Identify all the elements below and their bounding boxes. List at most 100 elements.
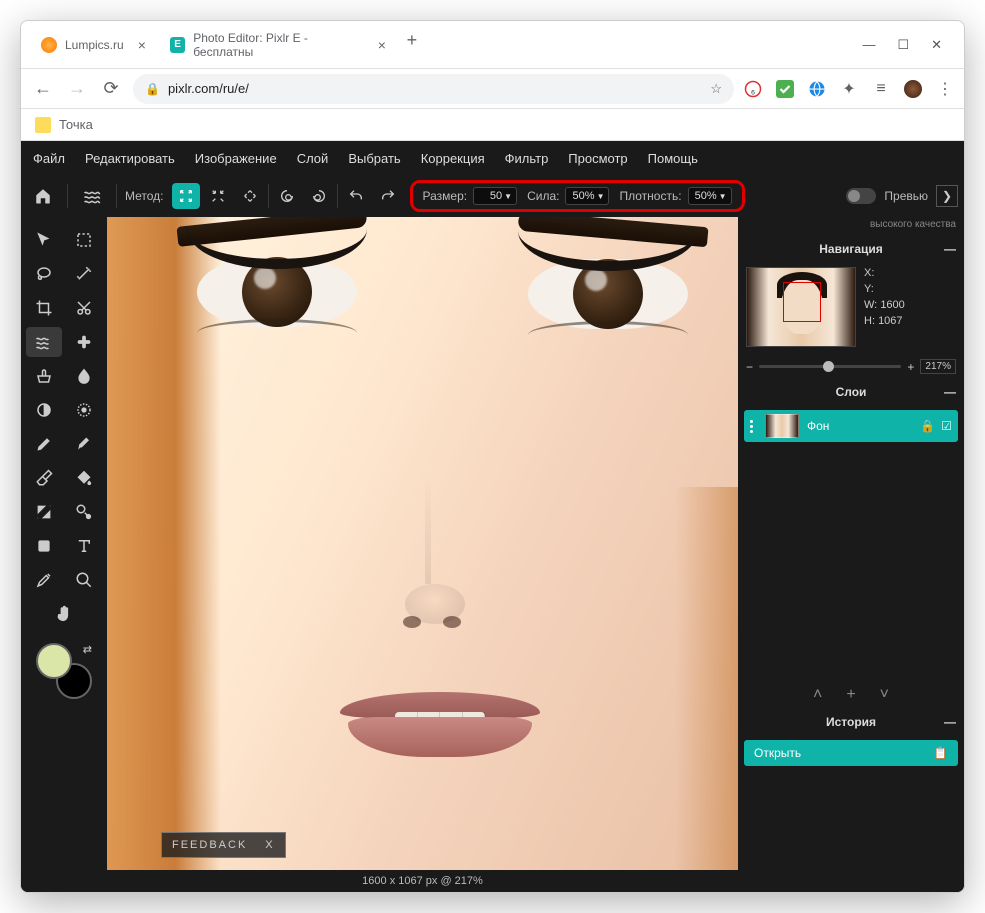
menu-layer[interactable]: Слой: [297, 151, 329, 166]
tool-zoom[interactable]: [66, 565, 102, 595]
liquify-tool-icon[interactable]: [76, 182, 108, 210]
history-item[interactable]: Открыть 📋: [744, 740, 958, 766]
menu-select[interactable]: Выбрать: [348, 151, 400, 166]
menu-edit[interactable]: Редактировать: [85, 151, 175, 166]
layer-item[interactable]: Фон 🔒 ☑: [744, 410, 958, 442]
tool-eraser[interactable]: [26, 463, 62, 493]
menu-help[interactable]: Помощь: [648, 151, 698, 166]
menu-view[interactable]: Просмотр: [568, 151, 627, 166]
favicon-pixlr: E: [170, 37, 185, 53]
history-panel: Открыть 📋: [738, 734, 964, 772]
forward-button[interactable]: →: [65, 77, 89, 101]
tool-move[interactable]: [26, 225, 62, 255]
new-tab-button[interactable]: +: [398, 27, 426, 55]
tool-blur[interactable]: [66, 361, 102, 391]
tool-fill[interactable]: [66, 463, 102, 493]
zoom-slider[interactable]: − + 217%: [738, 353, 964, 380]
tool-sponge[interactable]: [66, 395, 102, 425]
puzzle-ext-icon[interactable]: ✦: [840, 80, 858, 98]
nav-thumbnail[interactable]: [746, 267, 856, 347]
color-swatch[interactable]: ⇄: [36, 643, 92, 699]
opera-ext-icon[interactable]: 6: [744, 80, 762, 98]
tool-pen[interactable]: [26, 429, 62, 459]
kebab-menu-icon[interactable]: ⋮: [936, 80, 954, 98]
reload-button[interactable]: ⟳: [99, 77, 123, 101]
check-ext-icon[interactable]: [776, 80, 794, 98]
foreground-color[interactable]: [36, 643, 72, 679]
globe-ext-icon[interactable]: [808, 80, 826, 98]
strength-dropdown[interactable]: 50%▼: [565, 187, 609, 205]
status-bar: 1600 x 1067 px @ 217%: [107, 870, 738, 892]
tool-heal[interactable]: [66, 327, 102, 357]
home-button[interactable]: [27, 182, 59, 210]
method-pinch-button[interactable]: [236, 183, 264, 209]
collapse-icon[interactable]: —: [944, 715, 956, 729]
maximize-icon[interactable]: ☐: [897, 37, 909, 53]
collapse-icon[interactable]: —: [944, 242, 956, 256]
tool-text[interactable]: [66, 531, 102, 561]
tool-gradient[interactable]: [26, 497, 62, 527]
lock-icon[interactable]: 🔒: [920, 419, 935, 433]
feedback-button[interactable]: FEEDBACK X: [161, 832, 286, 858]
clipboard-icon: 📋: [933, 746, 948, 760]
close-feedback-icon[interactable]: X: [265, 839, 274, 851]
menu-image[interactable]: Изображение: [195, 151, 277, 166]
zoom-in-icon[interactable]: +: [907, 360, 914, 374]
panel-history-title: История—: [738, 710, 964, 734]
redo-button[interactable]: [374, 183, 402, 209]
close-icon[interactable]: ×: [132, 37, 146, 53]
swap-colors-icon[interactable]: ⇄: [83, 643, 92, 656]
add-layer-icon[interactable]: +: [846, 686, 855, 704]
tool-replace-color[interactable]: [66, 497, 102, 527]
method-swirl-right-button[interactable]: [305, 183, 333, 209]
menu-adjust[interactable]: Коррекция: [421, 151, 485, 166]
preview-toggle[interactable]: [846, 188, 876, 204]
tool-wand[interactable]: [66, 259, 102, 289]
zoom-out-icon[interactable]: −: [746, 360, 753, 374]
menu-file[interactable]: Файл: [33, 151, 65, 166]
tool-eyedropper[interactable]: [26, 565, 62, 595]
star-icon[interactable]: ☆: [710, 81, 722, 97]
canvas[interactable]: FEEDBACK X 1600 x 1067 px @ 217%: [107, 217, 738, 892]
minimize-icon[interactable]: —: [862, 37, 875, 53]
tool-marquee[interactable]: [66, 225, 102, 255]
panel-navigation-title: Навигация—: [738, 237, 964, 261]
tool-shape[interactable]: [26, 531, 62, 561]
visibility-icon[interactable]: ☑: [941, 419, 952, 433]
lock-icon: 🔒: [145, 82, 160, 96]
expand-options-button[interactable]: ❯: [936, 185, 958, 207]
layer-down-icon[interactable]: ˅: [880, 686, 889, 704]
layer-name: Фон: [807, 419, 829, 433]
collapse-icon[interactable]: —: [944, 385, 956, 399]
menu-filter[interactable]: Фильтр: [505, 151, 549, 166]
method-shrink-button[interactable]: [204, 183, 232, 209]
close-icon[interactable]: ✕: [931, 37, 942, 53]
tool-crop[interactable]: [26, 293, 62, 323]
pixlr-app: Файл Редактировать Изображение Слой Выбр…: [21, 141, 964, 892]
undo-button[interactable]: [342, 183, 370, 209]
method-enlarge-button[interactable]: [172, 183, 200, 209]
tool-hand[interactable]: [46, 599, 82, 629]
tool-cut[interactable]: [66, 293, 102, 323]
profile-avatar[interactable]: [904, 80, 922, 98]
close-icon[interactable]: ×: [372, 37, 386, 53]
method-label: Метод:: [125, 189, 164, 203]
toolbox: ⇄: [21, 217, 107, 892]
options-bar: Метод: Размер: 50▼ Сила: 50%▼: [21, 175, 964, 217]
omnibox[interactable]: 🔒 pixlr.com/ru/e/ ☆: [133, 74, 734, 104]
bookmark-item[interactable]: Точка: [59, 117, 93, 132]
layer-up-icon[interactable]: ˄: [813, 686, 822, 704]
drag-handle-icon[interactable]: [750, 420, 757, 433]
tab-lumpics[interactable]: Lumpics.ru ×: [29, 27, 158, 63]
tool-liquify[interactable]: [26, 327, 62, 357]
method-swirl-left-button[interactable]: [273, 183, 301, 209]
tab-pixlr[interactable]: E Photo Editor: Pixlr E - бесплатны ×: [158, 27, 398, 63]
tool-clone[interactable]: [26, 361, 62, 391]
size-dropdown[interactable]: 50▼: [473, 187, 517, 205]
back-button[interactable]: ←: [31, 77, 55, 101]
density-dropdown[interactable]: 50%▼: [688, 187, 732, 205]
tool-lasso[interactable]: [26, 259, 62, 289]
tool-brush[interactable]: [66, 429, 102, 459]
reading-list-icon[interactable]: ≡: [872, 80, 890, 98]
tool-dodge[interactable]: [26, 395, 62, 425]
